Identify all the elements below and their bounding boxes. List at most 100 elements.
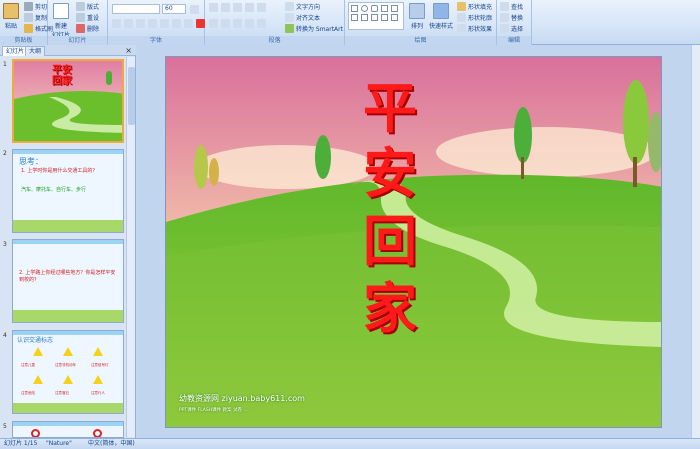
columns-icon[interactable] xyxy=(257,19,266,28)
layout-button[interactable]: 版式 xyxy=(76,2,99,11)
align-right-icon[interactable] xyxy=(233,19,242,28)
thumb-grass xyxy=(13,310,123,322)
slide-title-char[interactable]: 家 xyxy=(363,279,417,339)
justify-icon[interactable] xyxy=(245,19,254,28)
slide-thumb-3[interactable]: 2. 上学路上你经过哪些地方？你是怎样平安到校的？ xyxy=(12,239,124,323)
select-button[interactable]: 选择 xyxy=(500,24,523,33)
thumb-number: 2 xyxy=(3,150,7,157)
scissors-icon xyxy=(24,2,33,11)
paragraph-group: 文字方向 对齐文本 转换为 SmartArt 段落 xyxy=(205,0,345,45)
layout-icon xyxy=(76,2,85,11)
arrow-shape-icon[interactable] xyxy=(351,14,358,21)
font-color-icon[interactable] xyxy=(196,19,205,28)
thumb-number: 1 xyxy=(3,61,7,68)
sign-caption: 注意行人 xyxy=(91,391,105,395)
font-size-select[interactable]: 60 xyxy=(162,4,186,14)
slide-scrollbar[interactable] xyxy=(691,45,700,438)
grow-font-icon xyxy=(190,5,199,14)
theme-name: "Nature" xyxy=(46,440,72,447)
slide-title-char[interactable]: 平 xyxy=(363,79,417,139)
thumb-2-answer: 汽车、摩托车、自行车、步行 xyxy=(21,187,87,193)
slide-thumb-4[interactable]: 认识交通标志 注意儿童 注意非机动车 注意信号灯 注意危险 注意落石 注意行人 xyxy=(12,330,124,414)
delete-icon xyxy=(76,24,85,33)
spacing-icon[interactable] xyxy=(172,19,181,28)
bullets-icon[interactable] xyxy=(209,3,218,12)
shapes-gallery[interactable] xyxy=(348,2,404,30)
quick-styles-button[interactable]: 快速样式 xyxy=(429,3,453,30)
slides-panel: 幻灯片 大纲 × 1 平安回家 2 思考： 1. 上学时你是用什么交通工具的？ … xyxy=(0,45,136,438)
align-center-icon[interactable] xyxy=(221,19,230,28)
paste-button[interactable]: 粘贴 xyxy=(3,3,19,30)
copy-button[interactable]: 复制 xyxy=(24,13,47,22)
grow-font-button[interactable] xyxy=(190,5,199,14)
find-button[interactable]: 查找 xyxy=(500,2,523,11)
case-icon[interactable] xyxy=(184,19,193,28)
panel-scrollbar[interactable] xyxy=(126,57,135,437)
star-shape-icon[interactable] xyxy=(361,14,368,21)
panel-scrollbar-thumb[interactable] xyxy=(128,67,135,125)
align-row xyxy=(209,19,266,28)
prohibition-sign-icon xyxy=(31,429,40,437)
shape-effects-button[interactable]: 形状效果 xyxy=(457,24,492,33)
increase-indent-icon[interactable] xyxy=(245,3,254,12)
reset-icon xyxy=(76,13,85,22)
align-text-button[interactable]: 对齐文本 xyxy=(285,13,320,22)
rounded-rect-shape-icon[interactable] xyxy=(371,5,378,12)
paste-icon xyxy=(3,3,19,19)
bracket-shape-icon[interactable] xyxy=(391,14,398,21)
arrange-button[interactable]: 排列 xyxy=(409,3,425,30)
sign-caption: 注意儿童 xyxy=(21,363,35,367)
slide-thumb-1[interactable]: 平安回家 xyxy=(12,59,124,143)
shape-fill-button[interactable]: 形状填充 xyxy=(457,2,492,11)
sign-caption: 注意非机动车 xyxy=(55,363,76,367)
replace-button[interactable]: 替换 xyxy=(500,13,523,22)
slide-thumb-2[interactable]: 思考： 1. 上学时你是用什么交通工具的？ 汽车、摩托车、自行车、步行 xyxy=(12,149,124,233)
new-slide-button[interactable]: 新建 幻灯片 xyxy=(52,3,70,39)
close-icon[interactable]: × xyxy=(125,46,132,55)
shape-outline-button[interactable]: 形状轮廓 xyxy=(457,13,492,22)
font-format-row xyxy=(112,19,205,28)
bold-icon[interactable] xyxy=(112,19,121,28)
oval-shape-icon[interactable] xyxy=(361,5,368,12)
sign-caption: 注意信号灯 xyxy=(91,363,109,367)
editing-group: 查找 替换 选择 编辑 xyxy=(497,0,532,45)
slide-title-char[interactable]: 回 xyxy=(363,212,417,272)
clipboard-group: 粘贴 剪切 复制 格式刷 剪贴板 xyxy=(0,0,53,45)
text-direction-icon xyxy=(285,2,294,11)
align-left-icon[interactable] xyxy=(209,19,218,28)
reset-button[interactable]: 重设 xyxy=(76,13,99,22)
binoculars-icon xyxy=(500,2,509,11)
language-indicator[interactable]: 中文(简体，中国) xyxy=(88,439,135,449)
smartart-button[interactable]: 转换为 SmartArt xyxy=(285,24,343,33)
thumb-snow-border xyxy=(13,422,123,426)
numbering-icon[interactable] xyxy=(221,3,230,12)
text-direction-button[interactable]: 文字方向 xyxy=(285,2,320,11)
triangle-shape-icon[interactable] xyxy=(381,5,388,12)
clipboard-group-label: 剪贴板 xyxy=(0,36,47,45)
line-spacing-icon[interactable] xyxy=(257,3,266,12)
current-slide[interactable]: 平 安 回 家 幼教资源网 ziyuan.baby611.com PPT课件 F… xyxy=(165,56,662,428)
decrease-indent-icon[interactable] xyxy=(233,3,242,12)
font-name-select[interactable] xyxy=(112,4,160,14)
callout-shape-icon[interactable] xyxy=(371,14,378,21)
brace-shape-icon[interactable] xyxy=(381,14,388,21)
sign-caption: 注意落石 xyxy=(55,391,69,395)
thumb-1-title: 平安回家 xyxy=(52,65,72,87)
cut-button[interactable]: 剪切 xyxy=(24,2,47,11)
thumb-snow-border xyxy=(13,240,123,244)
thumb-3-line: 2. 上学路上你经过哪些地方？你是怎样平安到校的？ xyxy=(19,270,116,283)
warning-sign-icon xyxy=(93,375,103,384)
underline-icon[interactable] xyxy=(136,19,145,28)
tab-outline[interactable]: 大纲 xyxy=(25,46,46,56)
shadow-icon[interactable] xyxy=(160,19,169,28)
line-shape-icon[interactable] xyxy=(391,5,398,12)
italic-icon[interactable] xyxy=(124,19,133,28)
thumb-snow-border xyxy=(13,150,123,154)
slide-thumb-5[interactable] xyxy=(12,421,124,438)
strikethrough-icon[interactable] xyxy=(148,19,157,28)
paragraph-group-label: 段落 xyxy=(205,36,344,45)
delete-button[interactable]: 删除 xyxy=(76,24,99,33)
thumb-grass xyxy=(13,403,123,413)
rectangle-shape-icon[interactable] xyxy=(351,5,358,12)
slide-title-char[interactable]: 安 xyxy=(363,144,417,204)
